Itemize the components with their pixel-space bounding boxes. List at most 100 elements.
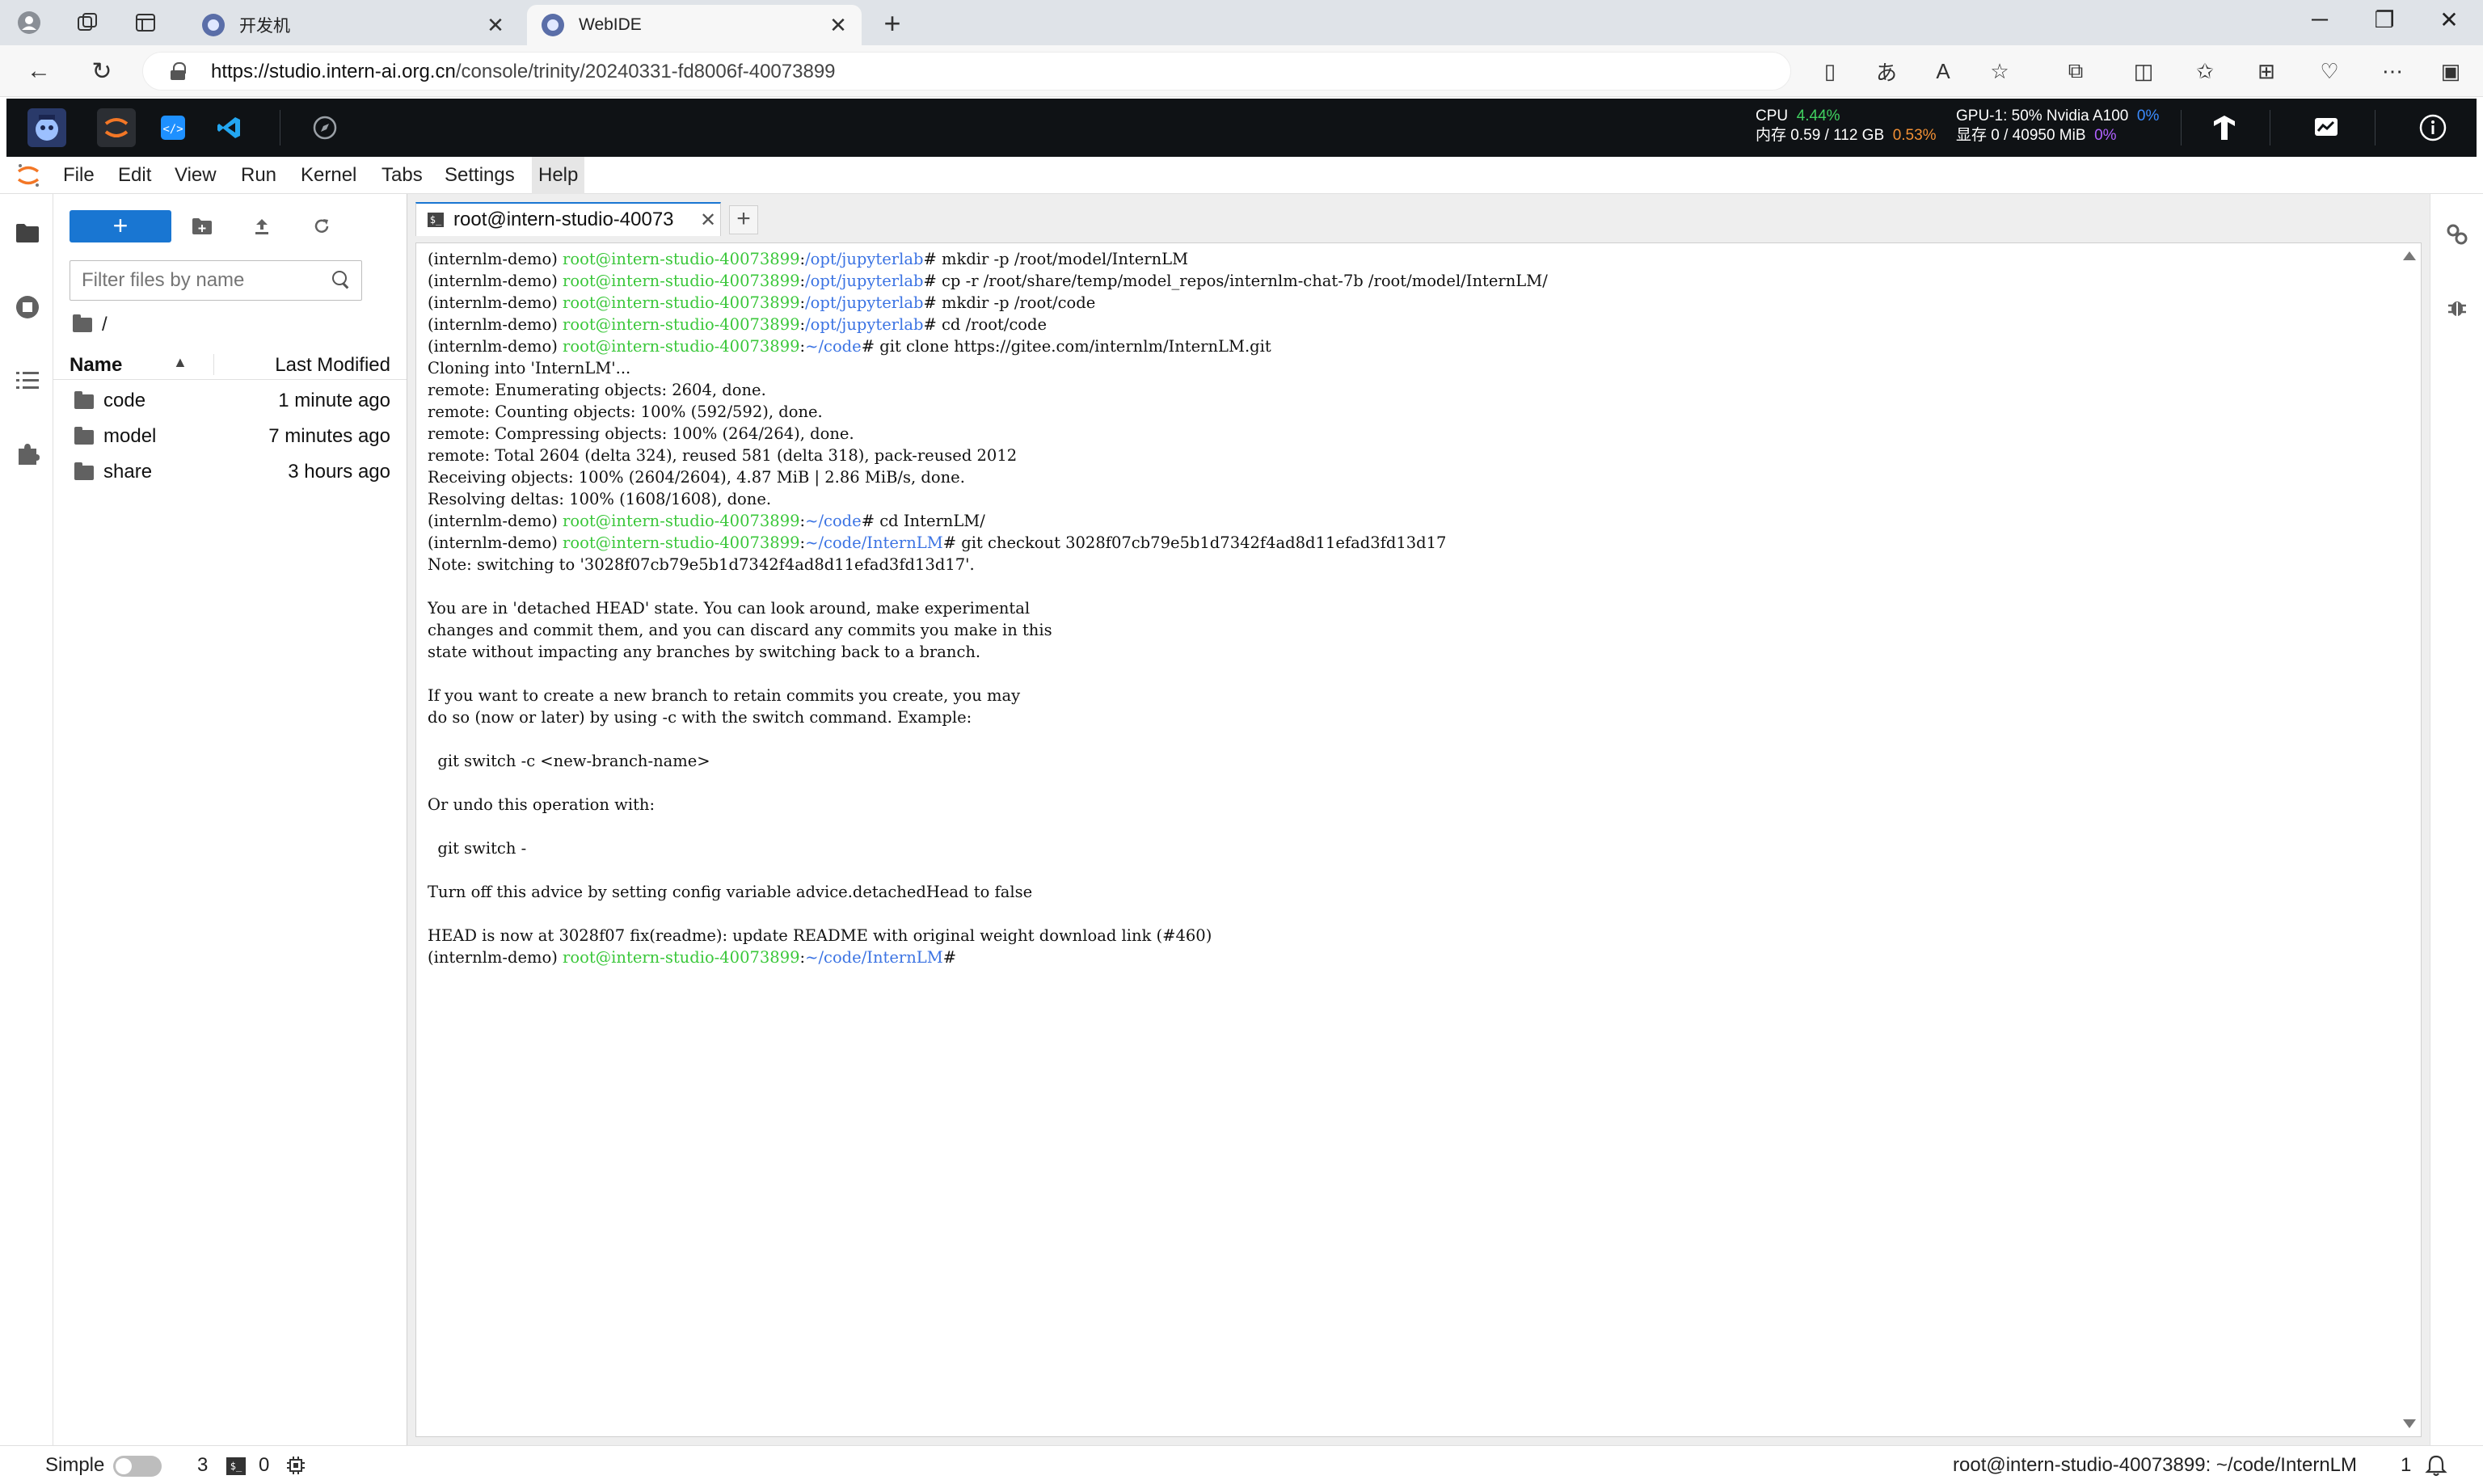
column-modified-header[interactable]: Last Modified xyxy=(275,354,390,377)
workspaces-icon[interactable] xyxy=(73,8,102,37)
column-divider[interactable] xyxy=(213,354,214,375)
read-aloud-icon[interactable]: A xyxy=(1927,55,1959,87)
terminal-text: state without impacting any branches by … xyxy=(428,643,981,661)
debugger-bug-icon[interactable] xyxy=(2441,291,2473,323)
new-tab-button[interactable]: + xyxy=(876,6,908,40)
extension-manager-icon[interactable] xyxy=(11,438,44,470)
filter-files-input[interactable] xyxy=(70,261,329,300)
prompt-user: root@intern-studio-40073899 xyxy=(563,533,800,552)
upload-icon[interactable] xyxy=(246,210,278,242)
close-tab-icon[interactable]: ✕ xyxy=(696,209,720,232)
intern-studio-logo-icon[interactable] xyxy=(27,108,66,147)
menu-tabs[interactable]: Tabs xyxy=(375,157,429,194)
collections-icon[interactable]: ⊞ xyxy=(2250,55,2283,87)
close-tab-icon[interactable]: ✕ xyxy=(483,13,508,38)
scroll-down-arrow-icon[interactable] xyxy=(2403,1419,2416,1428)
favorites-icon[interactable]: ✩ xyxy=(2189,55,2221,87)
menu-settings[interactable]: Settings xyxy=(438,157,521,194)
url-field[interactable]: https://studio.intern-ai.org.cn/console/… xyxy=(142,52,1791,91)
close-window-icon[interactable]: ✕ xyxy=(2433,6,2465,33)
scroll-up-arrow-icon[interactable] xyxy=(2403,251,2416,260)
prompt-dir: /opt/jupyterlab xyxy=(805,272,924,290)
file-row-model[interactable]: model 7 minutes ago xyxy=(53,419,407,453)
terminal-text: If you want to create a new branch to re… xyxy=(428,686,1021,705)
menu-kernel[interactable]: Kernel xyxy=(294,157,363,194)
menu-edit[interactable]: Edit xyxy=(112,157,158,194)
terminal-count[interactable]: 0 xyxy=(259,1454,269,1477)
terminal-output[interactable]: (internlm-demo) root@intern-studio-40073… xyxy=(428,248,2397,1431)
info-icon[interactable] xyxy=(2413,108,2452,147)
terminal-text: git switch - xyxy=(428,839,527,858)
breadcrumb-root[interactable]: / xyxy=(102,314,107,336)
column-name-header[interactable]: Name xyxy=(70,354,122,377)
site-favicon-icon xyxy=(542,14,564,36)
notification-count[interactable]: 1 xyxy=(2401,1454,2411,1477)
kernel-count[interactable]: 3 xyxy=(197,1454,208,1477)
new-folder-icon[interactable] xyxy=(186,210,218,242)
minimize-window-icon[interactable]: ─ xyxy=(2304,6,2336,32)
reading-view-icon[interactable]: ▯ xyxy=(1814,55,1846,87)
profile-icon[interactable] xyxy=(15,8,44,37)
tensorflow-icon[interactable] xyxy=(2205,108,2244,147)
breadcrumb[interactable]: / xyxy=(73,312,107,338)
table-of-contents-icon[interactable] xyxy=(11,364,44,396)
add-tab-button[interactable]: + xyxy=(729,205,758,234)
property-inspector-icon[interactable] xyxy=(2441,218,2473,251)
sort-ascending-icon: ▲ xyxy=(173,354,188,370)
search-icon xyxy=(332,271,350,289)
menu-help[interactable]: Help xyxy=(532,157,585,194)
refresh-icon[interactable] xyxy=(306,210,338,242)
file-browser-icon[interactable] xyxy=(11,217,44,249)
compass-icon[interactable] xyxy=(306,108,344,147)
split-screen-icon[interactable]: ◫ xyxy=(2127,55,2160,87)
prompt-user: root@intern-studio-40073899 xyxy=(563,948,800,967)
menu-run[interactable]: Run xyxy=(234,157,283,194)
more-menu-icon[interactable]: ⋯ xyxy=(2376,55,2409,87)
tab-actions-icon[interactable] xyxy=(131,8,160,37)
close-tab-icon[interactable]: ✕ xyxy=(826,13,850,38)
reload-icon[interactable]: ↻ xyxy=(86,55,118,87)
menu-view[interactable]: View xyxy=(168,157,223,194)
code-server-icon[interactable]: </> xyxy=(154,108,192,147)
terminal-panel[interactable]: (internlm-demo) root@intern-studio-40073… xyxy=(415,242,2422,1437)
terminal-tab[interactable]: $_ root@intern-studio-40073 ✕ xyxy=(415,202,721,236)
browser-essentials-icon[interactable]: ♡ xyxy=(2313,55,2346,87)
gpu-usage: GPU-1: 50% Nvidia A100 0% 显存 0 / 40950 M… xyxy=(1956,108,2160,144)
terminal-text: changes and commit them, and you can dis… xyxy=(428,621,1052,639)
terminal-text: (internlm-demo) xyxy=(428,293,563,312)
terminal-text: Note: switching to '3028f07cb79e5b1d7342… xyxy=(428,555,975,574)
extensions-icon[interactable]: ⧉ xyxy=(2059,55,2092,87)
running-sessions-icon[interactable] xyxy=(11,291,44,323)
filter-files-field[interactable] xyxy=(70,260,362,301)
bell-icon[interactable] xyxy=(2425,1454,2447,1477)
url-text: https://studio.intern-ai.org.cn/console/… xyxy=(211,61,836,82)
file-row-code[interactable]: code 1 minute ago xyxy=(53,383,407,417)
browser-tab-webide[interactable]: WebIDE ✕ xyxy=(527,5,862,45)
terminal-text: # cd /root/code xyxy=(923,315,1048,334)
back-icon[interactable]: ← xyxy=(23,55,55,87)
sidebar-toggle-icon[interactable]: ▣ xyxy=(2435,55,2467,87)
translate-icon[interactable]: あ xyxy=(1870,55,1903,87)
svg-text:</>: </> xyxy=(162,123,183,136)
vscode-icon[interactable] xyxy=(210,108,249,147)
new-launcher-button[interactable]: + xyxy=(70,210,171,242)
terminal-text: Cloning into 'InternLM'... xyxy=(428,359,631,377)
main-dock-area: $_ root@intern-studio-40073 ✕ + (internl… xyxy=(407,194,2430,1445)
prompt-dir: ~/code/InternLM xyxy=(805,533,943,552)
document-tab-bar: $_ root@intern-studio-40073 ✕ + xyxy=(415,202,2422,236)
simple-mode-toggle[interactable] xyxy=(113,1456,162,1477)
restore-window-icon[interactable]: ❐ xyxy=(2368,6,2401,33)
lock-icon xyxy=(171,62,186,80)
jupyter-app-icon[interactable] xyxy=(97,108,136,147)
prompt-user: root@intern-studio-40073899 xyxy=(563,272,800,290)
menu-file[interactable]: File xyxy=(57,157,101,194)
folder-icon xyxy=(74,462,94,480)
favorite-star-icon[interactable]: ☆ xyxy=(1983,55,2016,87)
terminal-text: # mkdir -p /root/code xyxy=(923,293,1096,312)
monitor-chart-icon[interactable] xyxy=(2307,108,2346,147)
browser-tab-devmachine[interactable]: 开发机 ✕ xyxy=(188,5,519,45)
file-row-share[interactable]: share 3 hours ago xyxy=(53,454,407,488)
terminal-text: remote: Compressing objects: 100% (264/2… xyxy=(428,424,854,443)
